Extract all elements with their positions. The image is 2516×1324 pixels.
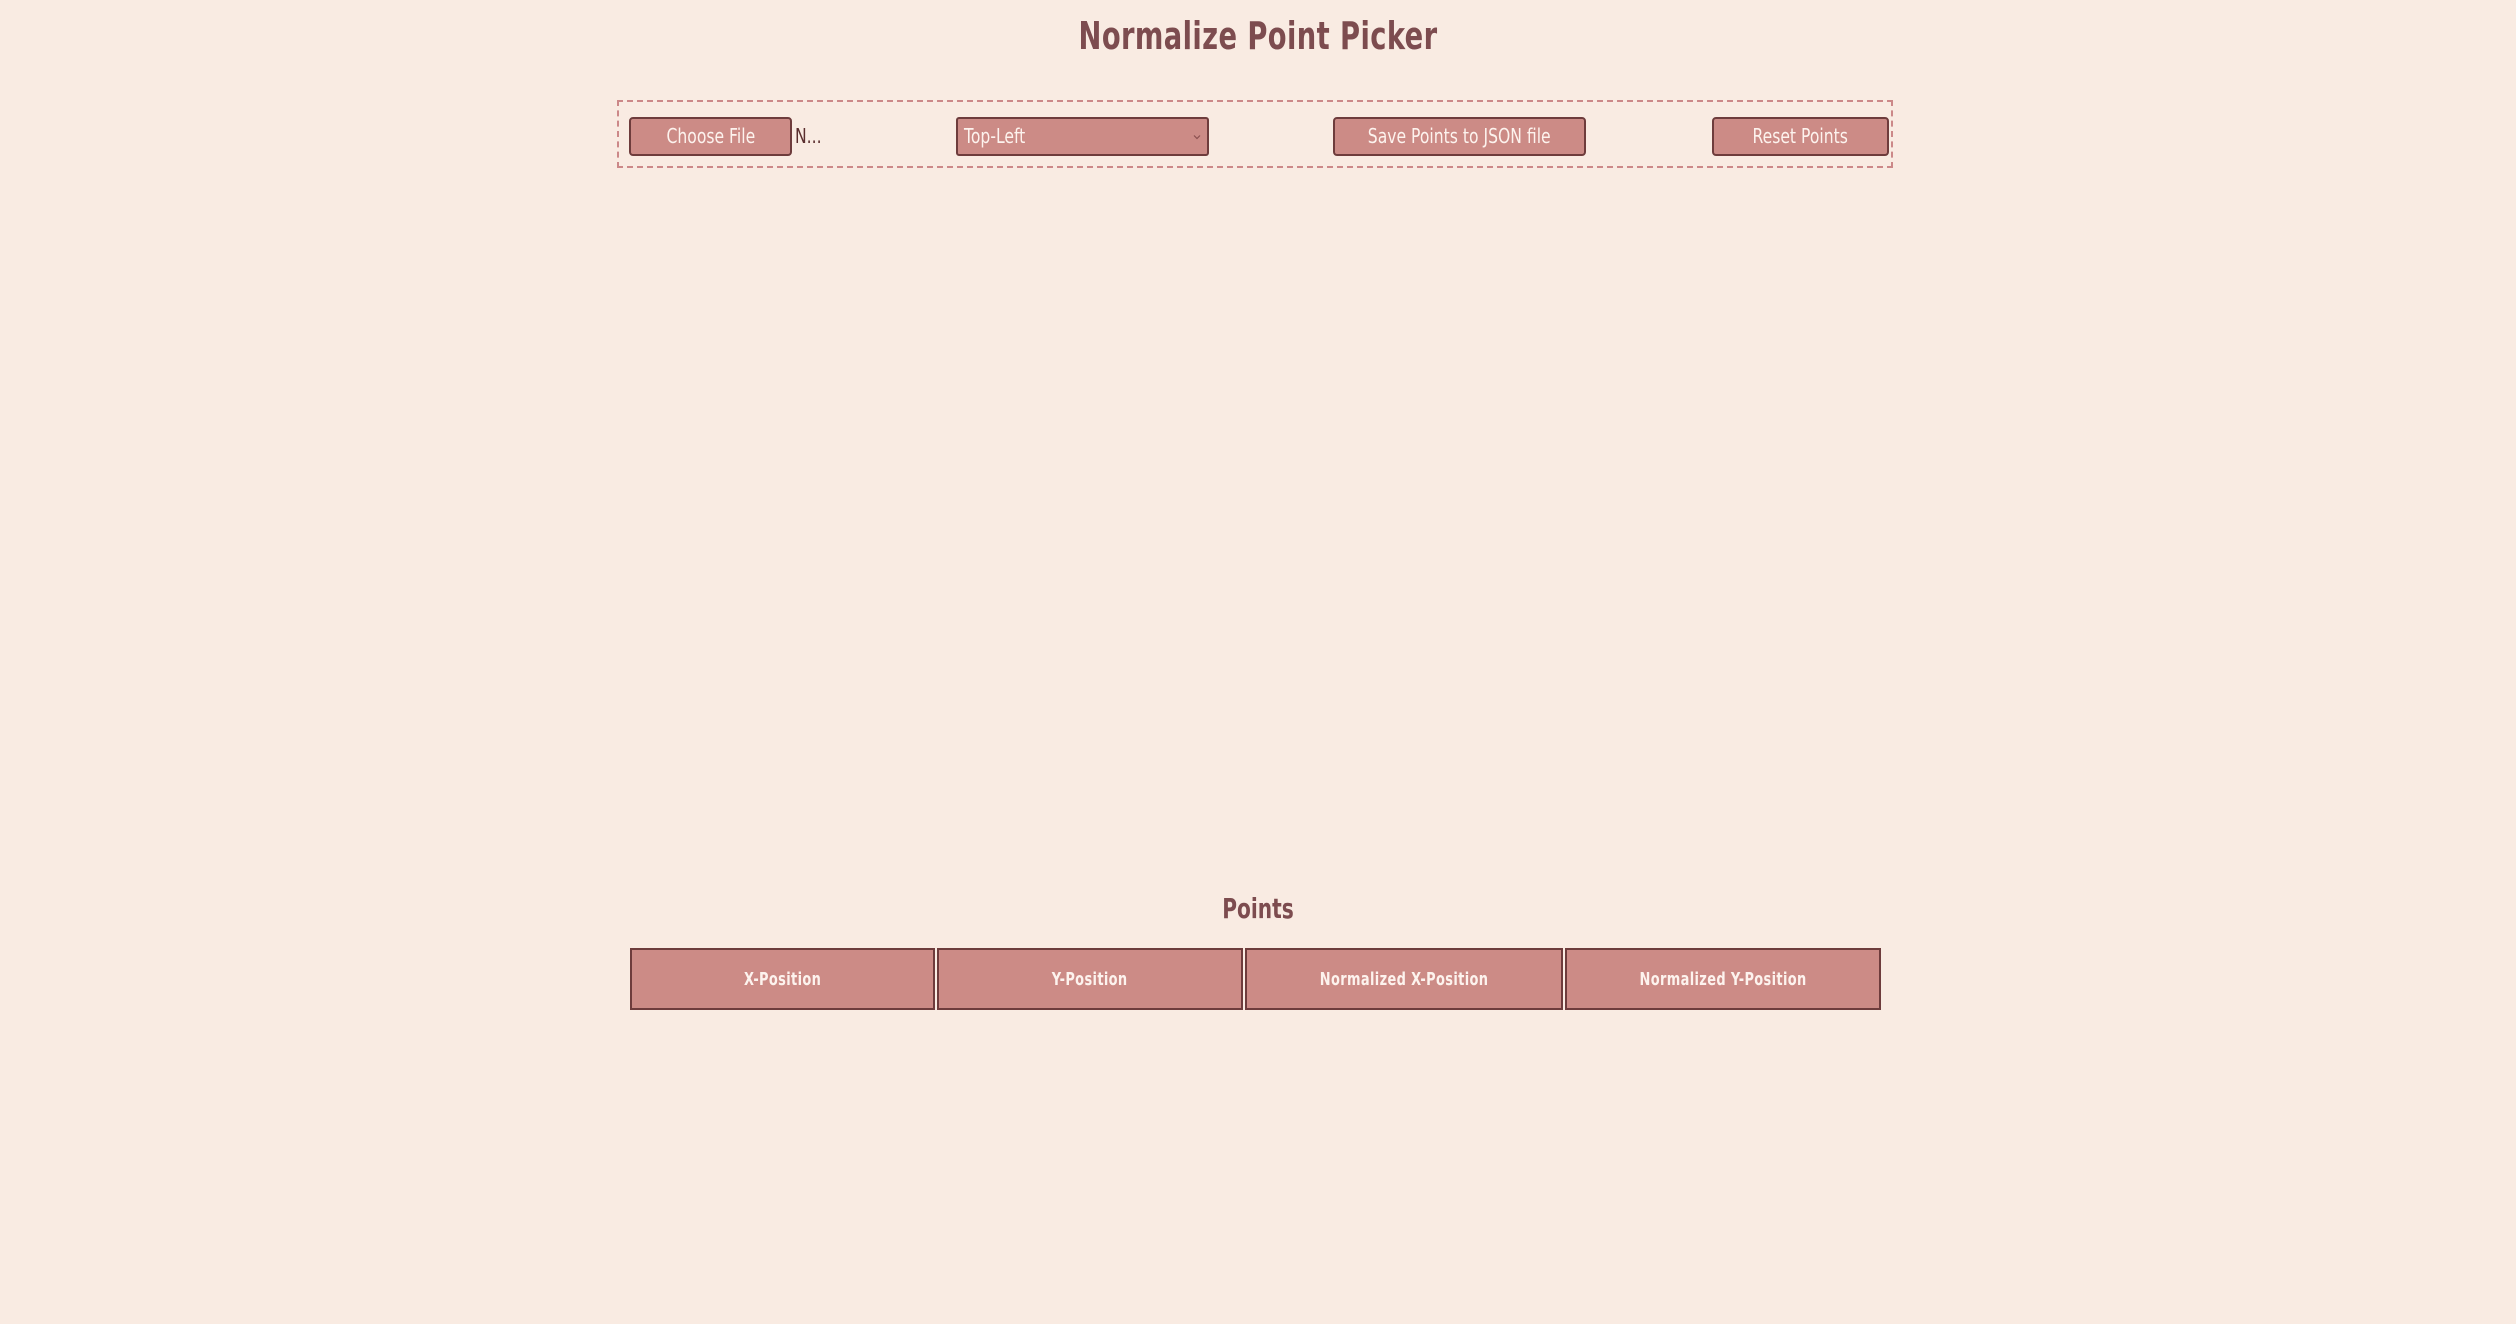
origin-select[interactable]: Top-Left (956, 117, 1209, 156)
choose-file-button[interactable]: Choose File (629, 117, 792, 156)
chevron-down-icon (1193, 135, 1201, 140)
column-header-normalized-x-position: Normalized X-Position (1244, 948, 1564, 1010)
points-table: X-Position Y-Position Normalized X-Posit… (628, 946, 1883, 1012)
points-table-header-row: X-Position Y-Position Normalized X-Posit… (630, 948, 1881, 1010)
reset-points-label: Reset Points (1752, 124, 1849, 148)
save-points-button[interactable]: Save Points to JSON file (1333, 117, 1586, 156)
origin-select-value: Top-Left (964, 124, 1026, 148)
column-header-x-position: X-Position (630, 948, 936, 1010)
toolbar: Choose File N... Top-Left Save Points to… (617, 100, 1893, 168)
points-heading: Points (1222, 892, 1294, 925)
save-points-label: Save Points to JSON file (1368, 124, 1551, 148)
column-header-label: Y-Position (1052, 968, 1128, 990)
column-header-y-position: Y-Position (937, 948, 1243, 1010)
reset-points-button[interactable]: Reset Points (1712, 117, 1889, 156)
file-status-text: N... (795, 124, 822, 148)
column-header-label: Normalized Y-Position (1639, 968, 1807, 990)
image-canvas[interactable] (617, 190, 1893, 850)
choose-file-label: Choose File (666, 124, 755, 148)
column-header-normalized-y-position: Normalized Y-Position (1565, 948, 1881, 1010)
page-title: Normalize Point Picker (1078, 14, 1438, 58)
column-header-label: X-Position (744, 968, 822, 990)
column-header-label: Normalized X-Position (1319, 968, 1489, 990)
